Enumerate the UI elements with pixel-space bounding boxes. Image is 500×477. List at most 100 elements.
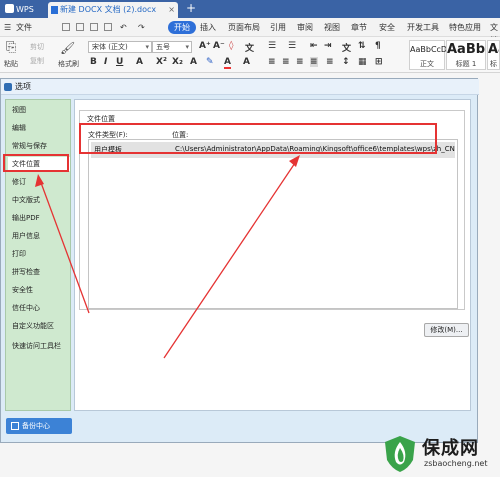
document-tab[interactable]: 新建 DOCX 文档 (2).docx × xyxy=(48,2,178,18)
sidebar-item-general-save[interactable]: 常规与保存 xyxy=(8,139,70,153)
line-spacing-icon[interactable]: ↕ xyxy=(342,57,350,67)
wps-app-tab[interactable]: WPS xyxy=(2,2,38,18)
tab-start[interactable]: 开始 xyxy=(168,21,196,34)
paste-button[interactable]: 粘贴 xyxy=(4,59,18,69)
sort-icon[interactable]: ⇅ xyxy=(358,41,366,51)
sidebar-item-export-pdf[interactable]: 输出PDF xyxy=(8,211,70,225)
sidebar-item-user-info[interactable]: 用户信息 xyxy=(8,229,70,243)
open-icon[interactable] xyxy=(62,23,70,31)
format-painter-button[interactable]: 格式刷 xyxy=(58,59,79,69)
sidebar-item-customize-ribbon[interactable]: 自定义功能区 xyxy=(8,319,70,333)
watermark-url: zsbaocheng.net xyxy=(424,459,488,468)
show-marks-icon[interactable]: ¶ xyxy=(375,41,381,51)
ribbon: ⎘ 粘贴 剪切 复制 🖌 格式刷 宋体 (正文) 五号 A⁺ A⁻ ◊ 文 B … xyxy=(0,37,500,73)
style-heading1[interactable]: AaBb 标题 1 xyxy=(446,40,486,70)
preview-icon[interactable] xyxy=(104,23,112,31)
align-left-icon[interactable]: ≡ xyxy=(268,57,276,67)
justify-icon[interactable]: ≡ xyxy=(310,57,318,67)
sidebar-item-chinese-layout[interactable]: 中文版式 xyxy=(8,193,70,207)
grow-font-icon[interactable]: A⁺ xyxy=(199,41,211,51)
dialog-title: 选项 xyxy=(15,82,31,91)
tab-references[interactable]: 引用 xyxy=(270,21,286,34)
tab-review[interactable]: 审阅 xyxy=(297,21,313,34)
tab-features[interactable]: 特色应用 xyxy=(449,21,481,34)
title-bar: WPS 新建 DOCX 文档 (2).docx × + xyxy=(0,0,500,18)
sidebar-item-print[interactable]: 打印 xyxy=(8,247,70,261)
cut-button[interactable]: 剪切 xyxy=(30,42,44,52)
subscript-icon[interactable]: X₂ xyxy=(172,57,183,67)
decrease-indent-icon[interactable]: ⇤ xyxy=(310,41,318,51)
style-normal[interactable]: AaBbCcDd 正文 xyxy=(409,40,453,70)
sidebar-item-quick-access[interactable]: 快速访问工具栏 xyxy=(8,339,70,353)
tab-chapter[interactable]: 章节 xyxy=(351,21,367,34)
sidebar-item-security[interactable]: 安全性 xyxy=(8,283,70,297)
print-icon[interactable] xyxy=(90,23,98,31)
distribute-icon[interactable]: ≡ xyxy=(326,57,334,67)
shield-logo-icon xyxy=(385,436,415,472)
new-tab-button[interactable]: + xyxy=(186,1,196,15)
tab-page-layout[interactable]: 页面布局 xyxy=(228,21,260,34)
sidebar-highlight-box xyxy=(3,154,69,172)
highlight-icon[interactable]: ✎ xyxy=(206,57,214,67)
wps-logo-icon xyxy=(5,4,14,13)
style-heading1-sample: AaBb xyxy=(447,42,486,57)
font-color-icon[interactable]: A xyxy=(224,57,231,69)
tab-security[interactable]: 安全 xyxy=(379,21,395,34)
numbering-icon[interactable]: ☰ xyxy=(288,41,296,51)
sidebar-item-trust-center[interactable]: 信任中心 xyxy=(8,301,70,315)
watermark-brand: 保成网 xyxy=(422,438,479,459)
sidebar-item-spellcheck[interactable]: 拼写检查 xyxy=(8,265,70,279)
bullets-icon[interactable]: ☰ xyxy=(268,41,276,51)
tab-developer[interactable]: 开发工具 xyxy=(407,21,439,34)
tab-insert[interactable]: 插入 xyxy=(200,21,216,34)
italic-icon[interactable]: I xyxy=(104,57,107,67)
menu-icon[interactable]: ☰ xyxy=(4,21,11,34)
paste-icon[interactable]: ⎘ xyxy=(6,40,16,55)
redo-icon[interactable]: ↷ xyxy=(138,21,145,34)
char-border-icon[interactable]: A xyxy=(243,57,250,67)
bold-icon[interactable]: B xyxy=(90,57,97,67)
align-right-icon[interactable]: ≡ xyxy=(296,57,304,67)
pinyin-icon[interactable]: 文 xyxy=(245,41,254,54)
sidebar-item-edit[interactable]: 编辑 xyxy=(8,121,70,135)
watermark: 保成网 zsbaocheng.net xyxy=(378,428,500,477)
tab-document[interactable]: 文档 xyxy=(490,21,500,45)
clear-format-icon[interactable]: ◊ xyxy=(229,41,233,51)
sidebar-item-view[interactable]: 视图 xyxy=(8,103,70,117)
file-menu[interactable]: 文件 xyxy=(16,21,32,34)
strikethrough-icon[interactable]: A xyxy=(136,57,143,67)
underline-icon[interactable]: U xyxy=(116,57,123,67)
superscript-icon[interactable]: X² xyxy=(156,57,167,67)
backup-center-button[interactable]: 备份中心 xyxy=(6,418,72,434)
save-icon[interactable] xyxy=(76,23,84,31)
undo-icon[interactable]: ↶ xyxy=(120,21,127,34)
document-tab-label: 新建 DOCX 文档 (2).docx xyxy=(60,5,157,14)
tab-view[interactable]: 视图 xyxy=(324,21,340,34)
increase-indent-icon[interactable]: ⇥ xyxy=(324,41,332,51)
style-heading2-name: 标题 2 xyxy=(490,60,497,68)
font-size-select[interactable]: 五号 xyxy=(152,41,192,53)
shading-icon[interactable]: ▦ xyxy=(358,57,367,67)
file-locations-list[interactable]: 用户模板 C:\Users\Administrator\AppData\Roam… xyxy=(88,139,458,309)
style-heading1-name: 标题 1 xyxy=(455,60,477,68)
chinese-layout-icon[interactable]: 文 xyxy=(342,41,351,54)
style-normal-name: 正文 xyxy=(420,60,434,68)
align-center-icon[interactable]: ≡ xyxy=(282,57,290,67)
wps-window: WPS 新建 DOCX 文档 (2).docx × + ☰ 文件 ↶ ↷ 开始 … xyxy=(0,0,500,477)
modify-button[interactable]: 修改(M)... xyxy=(424,323,469,337)
copy-button[interactable]: 复制 xyxy=(30,56,44,66)
sidebar-item-revision[interactable]: 修订 xyxy=(8,175,70,189)
borders-icon[interactable]: ⊞ xyxy=(375,57,383,67)
row-highlight-box xyxy=(79,123,437,154)
close-tab-icon[interactable]: × xyxy=(168,2,175,18)
font-name-select[interactable]: 宋体 (正文) xyxy=(88,41,152,53)
text-effect-icon[interactable]: A xyxy=(190,57,197,67)
format-painter-icon[interactable]: 🖌 xyxy=(60,41,75,55)
style-heading2-sample: AaBb xyxy=(488,42,499,57)
options-sidebar: 视图 编辑 常规与保存 文件位置 修订 中文版式 输出PDF 用户信息 打印 拼… xyxy=(5,99,71,411)
style-normal-sample: AaBbCcDd xyxy=(410,45,453,54)
shrink-font-icon[interactable]: A⁻ xyxy=(213,41,225,51)
style-heading2[interactable]: AaBb 标题 2 xyxy=(487,40,500,70)
menu-bar: ☰ 文件 ↶ ↷ 开始 插入 页面布局 引用 审阅 视图 章节 安全 开发工具 … xyxy=(0,18,500,45)
wps-app-label: WPS xyxy=(16,5,34,14)
